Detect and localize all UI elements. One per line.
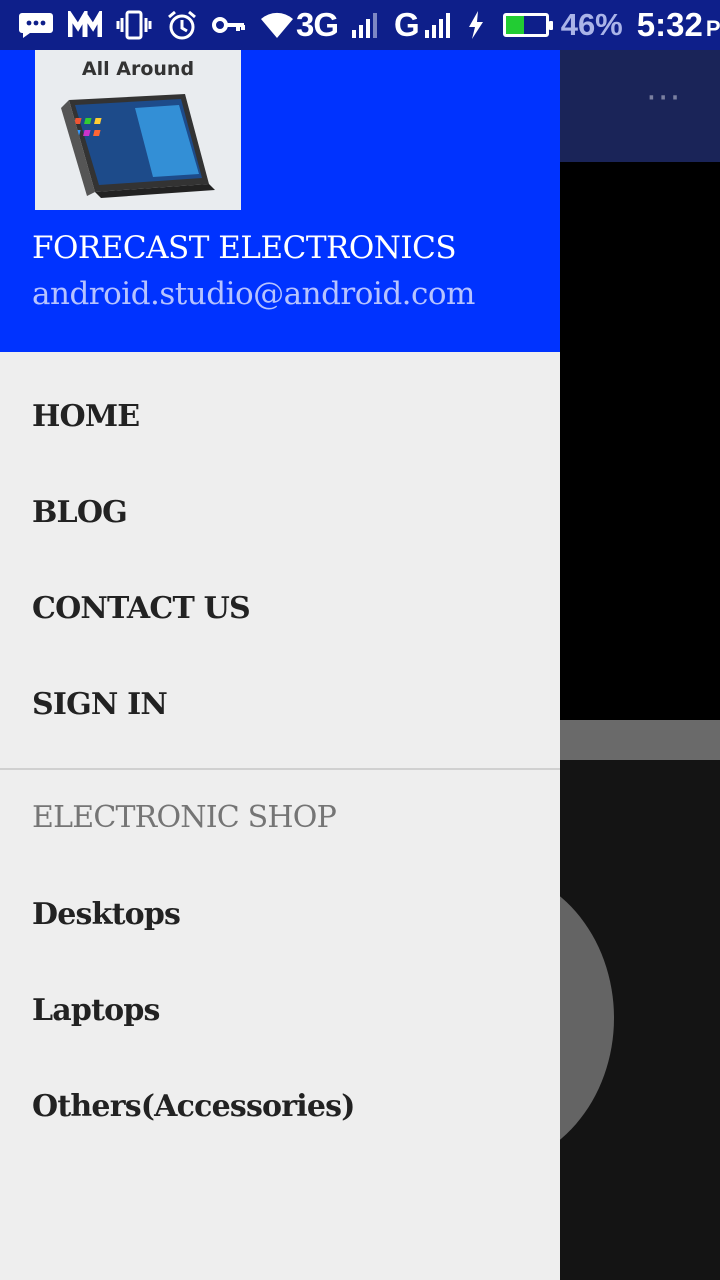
menu-item-blog[interactable]: BLOG: [0, 464, 560, 560]
mail-app-icon: [68, 9, 102, 41]
chat-icon: [18, 9, 54, 41]
section-title-electronic-shop: ELECTRONIC SHOP: [32, 800, 337, 835]
battery-icon: [502, 13, 553, 37]
clock-ampm: PM: [705, 16, 720, 41]
menu-item-others-accessories[interactable]: Others(Accessories): [0, 1058, 560, 1154]
status-bar: 3G G 46% 5:32PM: [0, 0, 720, 50]
clock: 5:32PM: [637, 6, 720, 44]
battery-percent: 46%: [560, 7, 623, 42]
wifi-icon: 3G: [260, 6, 339, 43]
menu-divider: [0, 768, 560, 770]
vibrate-icon: [116, 9, 152, 41]
header-email: android.studio@android.com: [32, 276, 475, 312]
alarm-icon: [166, 9, 198, 41]
menu-item-sign-in[interactable]: SIGN IN: [0, 656, 560, 752]
battery-fill: [505, 16, 525, 34]
overflow-menu-icon[interactable]: ···: [646, 78, 681, 118]
network-type-g: G: [394, 6, 420, 43]
network-type-3g: 3G: [296, 6, 339, 43]
header-image: All Around: [35, 48, 241, 210]
menu-item-home[interactable]: HOME: [0, 368, 560, 464]
menu-item-desktops[interactable]: Desktops: [0, 866, 560, 962]
vpn-key-icon: [212, 9, 246, 41]
navigation-drawer: All Around FORECAST ELECTRONICS android.…: [0, 0, 560, 1280]
signal-icon: [352, 9, 380, 41]
charging-icon: [467, 9, 485, 41]
laptop-image-icon: [61, 94, 215, 198]
clock-time: 5:32: [636, 6, 703, 43]
header-title: FORECAST ELECTRONICS: [32, 230, 457, 266]
drawer-header: All Around FORECAST ELECTRONICS android.…: [0, 0, 560, 352]
menu-item-contact-us[interactable]: CONTACT US: [0, 560, 560, 656]
signal-icon-2: [424, 9, 453, 41]
menu-item-laptops[interactable]: Laptops: [0, 962, 560, 1058]
